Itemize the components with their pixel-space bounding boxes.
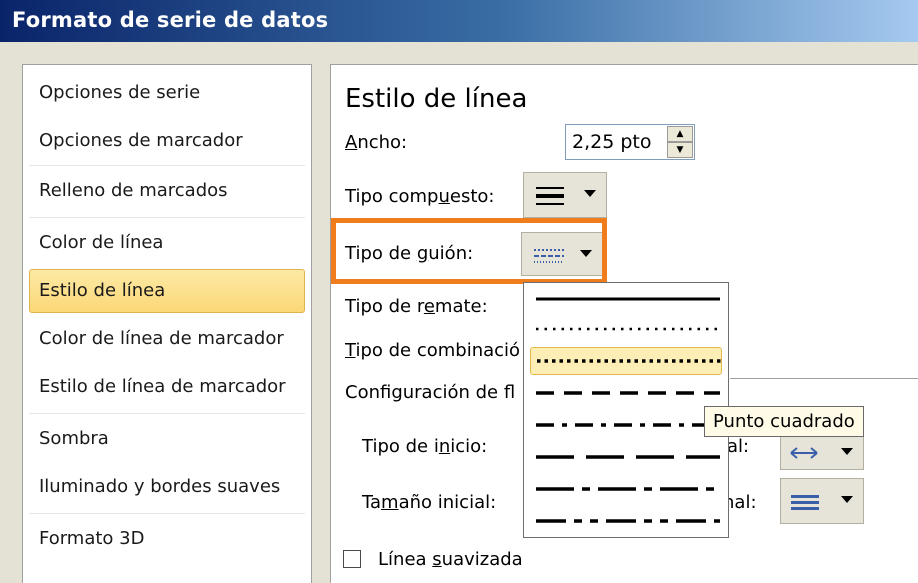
end-type-label: al: xyxy=(727,436,750,457)
dash-option-dash-dot[interactable] xyxy=(530,411,722,439)
panel-heading: Estilo de línea xyxy=(345,84,528,114)
width-spinner[interactable]: 2,25 pto ▲ ▼ xyxy=(565,124,695,160)
sidebar-item-marker-options[interactable]: Opciones de marcador xyxy=(29,119,305,163)
begin-type-label: Tipo de inicio: xyxy=(362,436,488,457)
width-value: 2,25 pto xyxy=(572,131,652,153)
arrow-settings-label: Configuración de fl xyxy=(345,382,516,403)
divider xyxy=(29,413,305,414)
sidebar-item-3d-format[interactable]: Formato 3D xyxy=(29,517,305,561)
sidebar-item-label: Color de línea xyxy=(39,232,164,253)
divider xyxy=(29,217,305,218)
join-type-label: Tipo de combinació xyxy=(345,340,521,361)
dash-type-menu xyxy=(523,282,729,538)
sidebar-item-label: Formato 3D xyxy=(39,528,145,549)
sidebar-item-label: Estilo de línea xyxy=(39,280,166,301)
dash-option-square-dot[interactable] xyxy=(530,347,722,375)
long-dash-dot-dot-line-icon xyxy=(536,519,720,523)
dash-dot-line-icon xyxy=(536,423,720,427)
category-list: Opciones de serie Opciones de marcador R… xyxy=(22,64,312,583)
dash-option-round-dot[interactable] xyxy=(530,315,722,343)
sidebar-item-label: Relleno de marcados xyxy=(39,180,228,201)
sidebar-item-marker-line-style[interactable]: Estilo de línea de marcador xyxy=(29,365,305,409)
sidebar-item-marker-fill[interactable]: Relleno de marcados xyxy=(29,169,305,213)
arrow-both-icon xyxy=(790,447,818,459)
tooltip: Punto cuadrado xyxy=(704,406,864,437)
sidebar-item-label: Iluminado y bordes suaves xyxy=(39,476,281,497)
square-dot-line-icon xyxy=(537,359,721,363)
width-label: Ancho: xyxy=(345,132,408,153)
smooth-line-label: Línea suavizada xyxy=(378,549,523,570)
divider xyxy=(29,513,305,514)
sidebar-item-label: Color de línea de marcador xyxy=(39,328,284,349)
sidebar-item-line-style[interactable]: Estilo de línea xyxy=(29,269,305,313)
compound-type-label: Tipo compuesto: xyxy=(345,186,495,207)
dash-option-solid[interactable] xyxy=(530,285,722,313)
compound-lines-icon xyxy=(536,187,564,205)
window-title: Formato de serie de datos xyxy=(12,8,329,32)
arrow-size-icon xyxy=(791,495,819,510)
chevron-down-icon xyxy=(841,448,853,455)
sidebar-item-shadow[interactable]: Sombra xyxy=(29,417,305,461)
spin-up-icon[interactable]: ▲ xyxy=(667,126,693,142)
dash-option-dash[interactable] xyxy=(530,379,722,407)
sidebar-item-line-color[interactable]: Color de línea xyxy=(29,221,305,265)
end-size-dropdown[interactable] xyxy=(780,478,864,524)
chevron-down-icon xyxy=(584,190,596,197)
spin-down-icon[interactable]: ▼ xyxy=(667,142,693,158)
sidebar-item-label: Opciones de marcador xyxy=(39,130,243,151)
highlight-frame xyxy=(331,218,607,284)
sidebar-item-series-options[interactable]: Opciones de serie xyxy=(29,71,305,115)
dash-option-long-dash-dot[interactable] xyxy=(530,475,722,503)
compound-type-dropdown[interactable] xyxy=(523,172,607,218)
sidebar-item-label: Sombra xyxy=(39,428,109,449)
round-dot-line-icon xyxy=(536,327,720,331)
title-bar: Formato de serie de datos xyxy=(0,0,918,42)
long-dash-dot-line-icon xyxy=(536,487,720,491)
dash-option-long-dash[interactable] xyxy=(530,443,722,471)
solid-line-icon xyxy=(536,297,720,301)
dash-option-long-dash-dot-dot[interactable] xyxy=(530,507,722,535)
sidebar-item-glow-soft-edges[interactable]: Iluminado y bordes suaves xyxy=(29,465,305,509)
dash-line-icon xyxy=(536,391,720,395)
chevron-down-icon xyxy=(841,496,853,503)
sidebar-item-label: Opciones de serie xyxy=(39,82,201,103)
smooth-line-checkbox[interactable] xyxy=(343,550,361,568)
sidebar-item-label: Estilo de línea de marcador xyxy=(39,376,286,397)
cap-type-label: Tipo de remate: xyxy=(345,296,488,317)
sidebar-item-marker-line-color[interactable]: Color de línea de marcador xyxy=(29,317,305,361)
long-dash-line-icon xyxy=(536,455,720,459)
begin-size-label: Tamaño inicial: xyxy=(362,492,497,513)
divider xyxy=(730,378,918,379)
divider xyxy=(29,165,305,166)
